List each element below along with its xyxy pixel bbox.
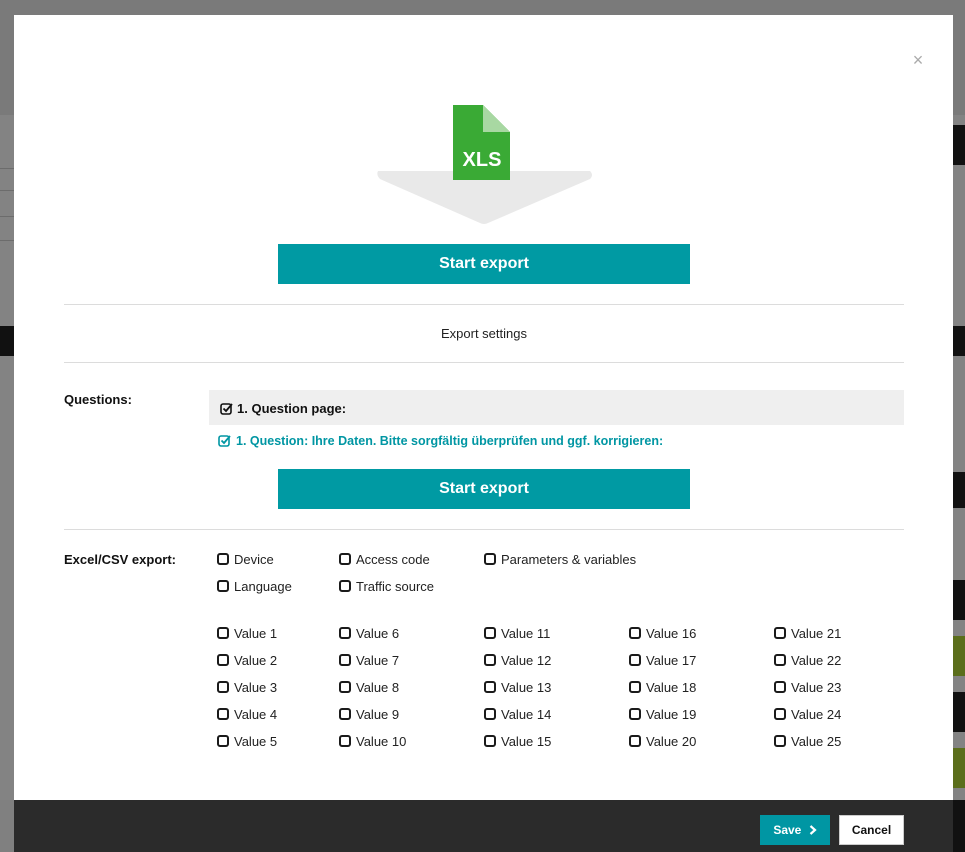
option-label: Traffic source: [356, 579, 435, 594]
option-label: Value 9: [356, 707, 400, 722]
export-illustration: XLS: [376, 105, 594, 225]
excel-export-label: Excel/CSV export:: [64, 552, 176, 567]
option-label: Value 5: [234, 734, 278, 749]
checkbox[interactable]: [217, 553, 229, 565]
checkbox[interactable]: [629, 708, 641, 720]
option-label: Value 15: [501, 734, 552, 749]
checkbox[interactable]: [339, 681, 351, 693]
checkbox[interactable]: [217, 735, 229, 747]
option-label: Parameters & variables: [501, 552, 637, 567]
divider: [64, 304, 904, 305]
checkbox[interactable]: [339, 708, 351, 720]
option-label: Value 6: [356, 626, 400, 641]
dialog-footer: Save Cancel: [14, 800, 953, 852]
close-icon[interactable]: ×: [911, 51, 925, 69]
option-label: Value 4: [234, 707, 278, 722]
option-label: Value 18: [646, 680, 697, 695]
start-export-button-secondary[interactable]: Start export: [278, 469, 690, 509]
checkbox[interactable]: [774, 681, 786, 693]
option-label: Value 23: [791, 680, 842, 695]
backdrop-dark-block: [953, 800, 965, 852]
save-label: Save: [773, 823, 802, 837]
checkbox[interactable]: [774, 654, 786, 666]
questions-label: Questions:: [64, 392, 132, 407]
checkbox[interactable]: [217, 580, 229, 592]
checkbox[interactable]: [217, 627, 229, 639]
backdrop-dark-block: [953, 580, 965, 620]
backdrop-divider: [0, 216, 14, 217]
checkbox[interactable]: [339, 553, 351, 565]
checkbox[interactable]: [339, 654, 351, 666]
backdrop-dark-block: [953, 125, 965, 165]
option-label: Device: [234, 552, 274, 567]
option-label: Access code: [356, 552, 430, 567]
backdrop-dark-block: [953, 472, 965, 508]
option-label: Value 17: [646, 653, 697, 668]
backdrop-dark-block: [953, 326, 965, 356]
option-label: Value 3: [234, 680, 278, 695]
option-label: Value 13: [501, 680, 552, 695]
checkbox[interactable]: [484, 708, 496, 720]
option-label: Value 25: [791, 734, 842, 749]
chevron-right-icon: [809, 825, 817, 835]
file-type-label: XLS: [462, 149, 502, 171]
option-label: Language: [234, 579, 292, 594]
question-page-title: 1. Question page:: [237, 401, 347, 416]
checkbox[interactable]: [217, 708, 229, 720]
checkbox[interactable]: [484, 627, 496, 639]
backdrop-divider: [0, 190, 14, 191]
export-settings-toggle[interactable]: Export settings: [64, 326, 904, 341]
checkbox[interactable]: [629, 654, 641, 666]
checkbox[interactable]: [484, 654, 496, 666]
checkbox[interactable]: [629, 627, 641, 639]
option-label: Value 7: [356, 653, 400, 668]
option-label: Value 22: [791, 653, 842, 668]
checkbox[interactable]: [629, 735, 641, 747]
checkbox[interactable]: [774, 708, 786, 720]
question-page-row[interactable]: 1. Question page:: [209, 390, 904, 425]
backdrop-dark-block: [0, 326, 14, 356]
checked-box-icon[interactable]: [218, 434, 231, 447]
option-label: Value 10: [356, 734, 407, 749]
backdrop-divider: [0, 168, 14, 169]
checkbox[interactable]: [217, 654, 229, 666]
option-label: Value 14: [501, 707, 552, 722]
option-label: Value 24: [791, 707, 842, 722]
checked-box-icon[interactable]: [220, 402, 233, 415]
option-label: Value 12: [501, 653, 552, 668]
option-label: Value 19: [646, 707, 697, 722]
export-dialog: × XLS Start export Export settings Quest…: [14, 15, 953, 852]
cancel-button[interactable]: Cancel: [839, 815, 904, 845]
checkbox[interactable]: [484, 553, 496, 565]
divider: [64, 529, 904, 530]
option-label: Value 8: [356, 680, 400, 695]
divider: [64, 362, 904, 363]
backdrop-divider: [0, 240, 14, 241]
option-label: Value 20: [646, 734, 697, 749]
save-button[interactable]: Save: [760, 815, 830, 845]
question-text: 1. Question: Ihre Daten. Bitte sorgfälti…: [236, 434, 664, 448]
backdrop-green-block: [953, 636, 965, 676]
checkbox[interactable]: [339, 627, 351, 639]
checkbox[interactable]: [774, 627, 786, 639]
checkbox[interactable]: [484, 681, 496, 693]
checkbox[interactable]: [484, 735, 496, 747]
option-label: Value 16: [646, 626, 697, 641]
option-label: Value 11: [501, 626, 551, 641]
backdrop-dark-block: [953, 692, 965, 732]
option-label: Value 2: [234, 653, 278, 668]
checkbox[interactable]: [217, 681, 229, 693]
option-label: Value 1: [234, 626, 278, 641]
checkbox[interactable]: [629, 681, 641, 693]
checkbox[interactable]: [774, 735, 786, 747]
checkbox[interactable]: [339, 580, 351, 592]
checkbox[interactable]: [339, 735, 351, 747]
start-export-button[interactable]: Start export: [278, 244, 690, 284]
option-label: Value 21: [791, 626, 842, 641]
backdrop-green-block: [953, 748, 965, 788]
